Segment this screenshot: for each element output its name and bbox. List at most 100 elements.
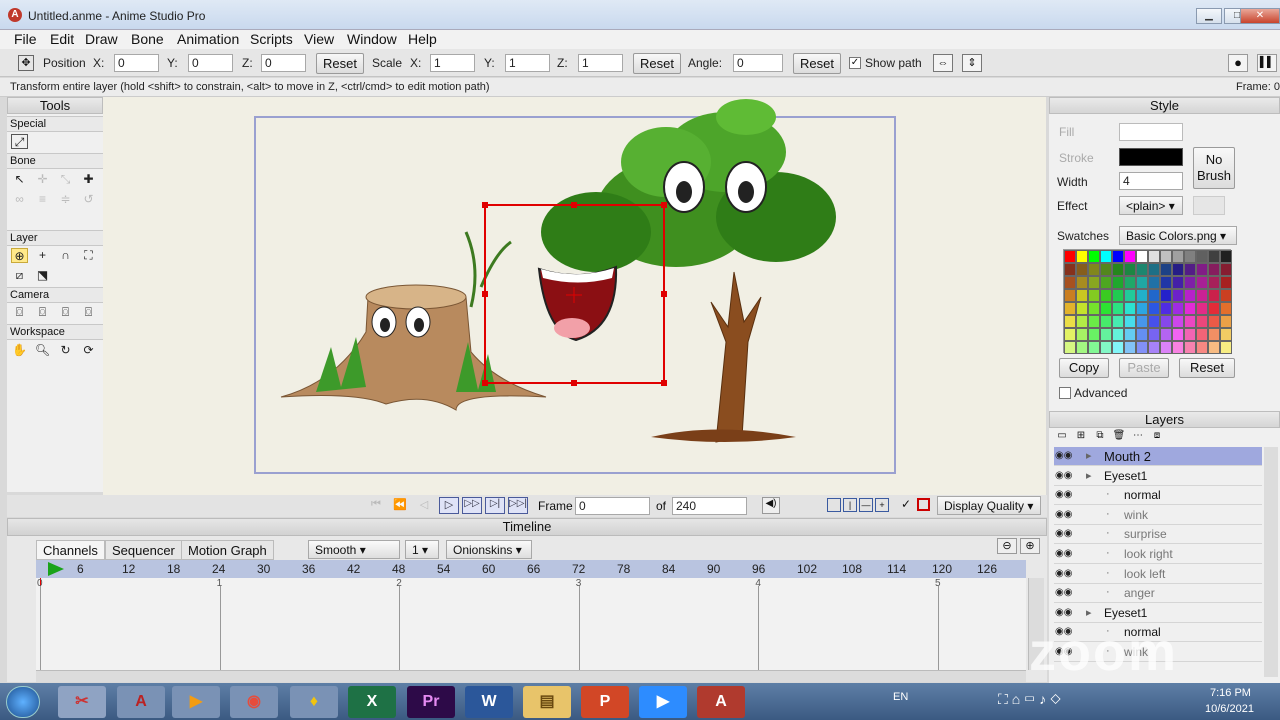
menu-window[interactable]: Window	[347, 31, 397, 47]
menu-edit[interactable]: Edit	[50, 31, 74, 47]
color-swatch[interactable]	[1136, 250, 1148, 263]
reset-style-button[interactable]: Reset	[1179, 358, 1235, 378]
zoom-camera-icon[interactable]: ⌼	[34, 305, 51, 320]
access-icon[interactable]: A	[117, 686, 165, 718]
color-swatch[interactable]	[1076, 250, 1088, 263]
excel-icon[interactable]: X	[348, 686, 396, 718]
layer-row[interactable]: ◉◉ Eyeset1 ▸	[1054, 604, 1262, 623]
color-swatch[interactable]	[1088, 250, 1100, 263]
color-swatch[interactable]	[1112, 289, 1124, 302]
timeline-tracks[interactable]: 0 1 2 3 4 5	[36, 578, 1026, 670]
color-swatch[interactable]	[1208, 315, 1220, 328]
color-swatch[interactable]	[1220, 250, 1232, 263]
close-button[interactable]: ✕	[1240, 8, 1280, 24]
next-frame-icon[interactable]: ▷▷	[462, 497, 482, 514]
color-swatch[interactable]	[1124, 263, 1136, 276]
color-swatch[interactable]	[1124, 328, 1136, 341]
color-swatch[interactable]	[1100, 302, 1112, 315]
manipulate-bones-icon[interactable]: ≑	[57, 192, 74, 207]
color-swatch[interactable]	[1208, 341, 1220, 354]
select-bone-icon[interactable]: ↖	[11, 172, 28, 187]
position-x-input[interactable]: 0	[114, 54, 159, 72]
reparent-bone-icon[interactable]: ∞	[11, 192, 28, 207]
color-swatch[interactable]	[1184, 302, 1196, 315]
step-dropdown[interactable]: 1 ▾	[405, 540, 439, 559]
effect-options-button[interactable]	[1193, 196, 1225, 215]
color-swatch[interactable]	[1208, 276, 1220, 289]
color-swatch[interactable]	[1172, 341, 1184, 354]
color-swatch[interactable]	[1208, 263, 1220, 276]
anime-studio-icon[interactable]: A	[697, 686, 745, 718]
copy-layer-icon[interactable]: ⧉	[1093, 430, 1107, 442]
color-swatch[interactable]	[1160, 302, 1172, 315]
color-swatch[interactable]	[1076, 328, 1088, 341]
mouth-2[interactable]	[537, 265, 618, 342]
color-swatch[interactable]	[1148, 328, 1160, 341]
color-swatch[interactable]	[1124, 302, 1136, 315]
media-player-icon[interactable]: ▶	[172, 686, 220, 718]
fast-forward-icon[interactable]: ▷▷|	[508, 497, 528, 514]
display-quality-dropdown[interactable]: Display Quality ▾	[937, 496, 1041, 515]
timeline-hscrollbar[interactable]	[36, 670, 1026, 682]
color-swatch[interactable]	[1088, 276, 1100, 289]
timeline-ruler[interactable]: 6 12 18 24 30 36 42 48 54 60 66 72 78 84 90 96 102 108 114…	[36, 560, 1026, 578]
color-swatch[interactable]	[1172, 263, 1184, 276]
color-swatch[interactable]	[1208, 250, 1220, 263]
color-swatch[interactable]	[1076, 315, 1088, 328]
visibility-eye-icon[interactable]: ◉◉	[1055, 469, 1072, 483]
duplicate-layer-icon[interactable]: ⧈	[1150, 430, 1164, 442]
visibility-eye-icon[interactable]: ◉◉	[1055, 547, 1072, 561]
color-swatch[interactable]	[1160, 263, 1172, 276]
layer-settings-icon[interactable]: ⋯	[1131, 430, 1145, 442]
hand-icon[interactable]: ✋	[11, 343, 28, 358]
visibility-eye-icon[interactable]: ◉◉	[1055, 567, 1072, 581]
color-swatch[interactable]	[1088, 315, 1100, 328]
copy-button[interactable]: Copy	[1059, 358, 1109, 378]
menu-bone[interactable]: Bone	[131, 31, 164, 47]
color-swatch[interactable]	[1220, 263, 1232, 276]
color-swatch[interactable]	[1112, 341, 1124, 354]
visibility-eye-icon[interactable]: ◉◉	[1055, 606, 1072, 620]
color-swatch[interactable]	[1208, 289, 1220, 302]
menu-scripts[interactable]: Scripts	[250, 31, 293, 47]
color-swatch[interactable]	[1088, 289, 1100, 302]
color-swatch[interactable]	[1172, 276, 1184, 289]
safe-frame-icon[interactable]	[917, 498, 930, 511]
color-swatch[interactable]	[1100, 341, 1112, 354]
flip-vertical-icon[interactable]: ⇕	[962, 54, 982, 72]
color-swatch[interactable]	[1196, 328, 1208, 341]
fill-color-swatch[interactable]	[1119, 123, 1183, 141]
snipping-tool-icon[interactable]: ✂	[58, 686, 106, 718]
shear-layer-icon[interactable]: ⛶	[80, 248, 97, 263]
color-swatch[interactable]	[1148, 250, 1160, 263]
layers-scrollbar[interactable]	[1264, 447, 1278, 677]
file-explorer-icon[interactable]: ▤	[523, 686, 571, 718]
color-swatch[interactable]	[1160, 250, 1172, 263]
visibility-eye-icon[interactable]: ◉◉	[1055, 449, 1072, 463]
color-swatch[interactable]	[1184, 276, 1196, 289]
layer-row[interactable]: ◉◉ Eyeset1 ▸	[1054, 467, 1262, 486]
color-swatch[interactable]	[1148, 276, 1160, 289]
color-swatch[interactable]	[1184, 341, 1196, 354]
clock-time[interactable]: 7:16 PM	[1210, 687, 1251, 699]
fill-label[interactable]: Fill	[1059, 125, 1074, 139]
skew-layer-icon[interactable]: ⧄	[11, 268, 28, 283]
color-swatch[interactable]	[1064, 302, 1076, 315]
color-swatch[interactable]	[1160, 341, 1172, 354]
color-swatch[interactable]	[1172, 289, 1184, 302]
color-swatch[interactable]	[1196, 276, 1208, 289]
menu-file[interactable]: File	[14, 31, 37, 47]
color-swatch[interactable]	[1136, 289, 1148, 302]
interpolation-dropdown[interactable]: Smooth ▾	[308, 540, 400, 559]
premiere-icon[interactable]: Pr	[407, 686, 455, 718]
color-swatch[interactable]	[1196, 315, 1208, 328]
clock-date[interactable]: 10/6/2021	[1205, 703, 1254, 715]
position-z-input[interactable]: 0	[261, 54, 306, 72]
color-swatch[interactable]	[1112, 328, 1124, 341]
no-brush-button[interactable]: No Brush	[1193, 147, 1235, 189]
layer-row[interactable]: ◉◉ surprise ·	[1054, 525, 1262, 545]
color-swatch[interactable]	[1100, 289, 1112, 302]
color-swatch[interactable]	[1100, 263, 1112, 276]
angle-input[interactable]: 0	[733, 54, 783, 72]
color-swatch[interactable]	[1112, 302, 1124, 315]
